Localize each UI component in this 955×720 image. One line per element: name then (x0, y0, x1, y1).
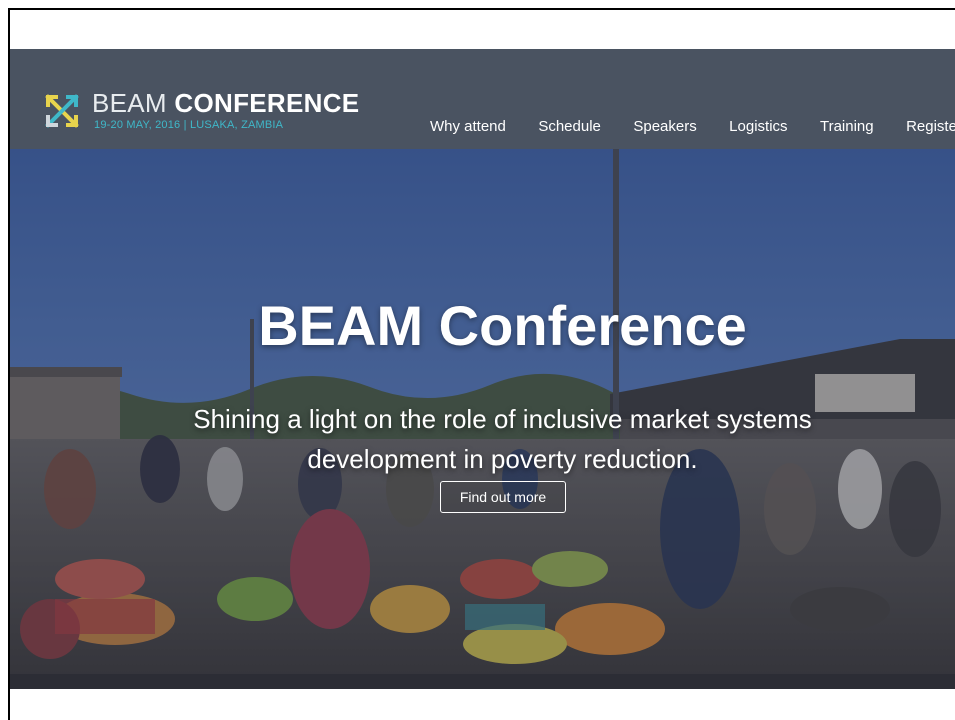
hero-title: BEAM Conference (258, 294, 747, 357)
nav-item-logistics[interactable]: Logistics (729, 115, 787, 139)
hero-tagline: Shining a light on the role of inclusive… (193, 404, 812, 474)
logo-subtitle: 19-20 MAY, 2016 | LUSAKA, ZAMBIA (94, 119, 284, 131)
logo-title-light: BEAM (92, 88, 167, 118)
find-out-more-button[interactable]: Find out more (440, 481, 566, 513)
logo-title-bold: CONFERENCE (174, 88, 360, 118)
screenshot-frame: BEAM CONFERENCE 19-20 MAY, 2016 | LUSAKA… (8, 8, 955, 720)
hero: BEAM Conference Shining a light on the r… (10, 149, 955, 689)
nav-item-training[interactable]: Training (820, 115, 874, 139)
nav-item-speakers[interactable]: Speakers (633, 115, 696, 139)
crossed-arrows-logo-icon (45, 94, 79, 128)
logo[interactable]: BEAM CONFERENCE 19-20 MAY, 2016 | LUSAKA… (42, 89, 382, 137)
site-header: BEAM CONFERENCE 19-20 MAY, 2016 | LUSAKA… (10, 49, 955, 149)
logo-title: BEAM CONFERENCE (92, 89, 359, 117)
nav-item-why-attend[interactable]: Why attend (430, 115, 506, 139)
main-nav: Why attend Schedule Speakers Logistics T… (430, 115, 955, 139)
nav-item-schedule[interactable]: Schedule (538, 115, 601, 139)
nav-item-register[interactable]: Registe (906, 115, 955, 139)
website: BEAM CONFERENCE 19-20 MAY, 2016 | LUSAKA… (10, 49, 955, 689)
